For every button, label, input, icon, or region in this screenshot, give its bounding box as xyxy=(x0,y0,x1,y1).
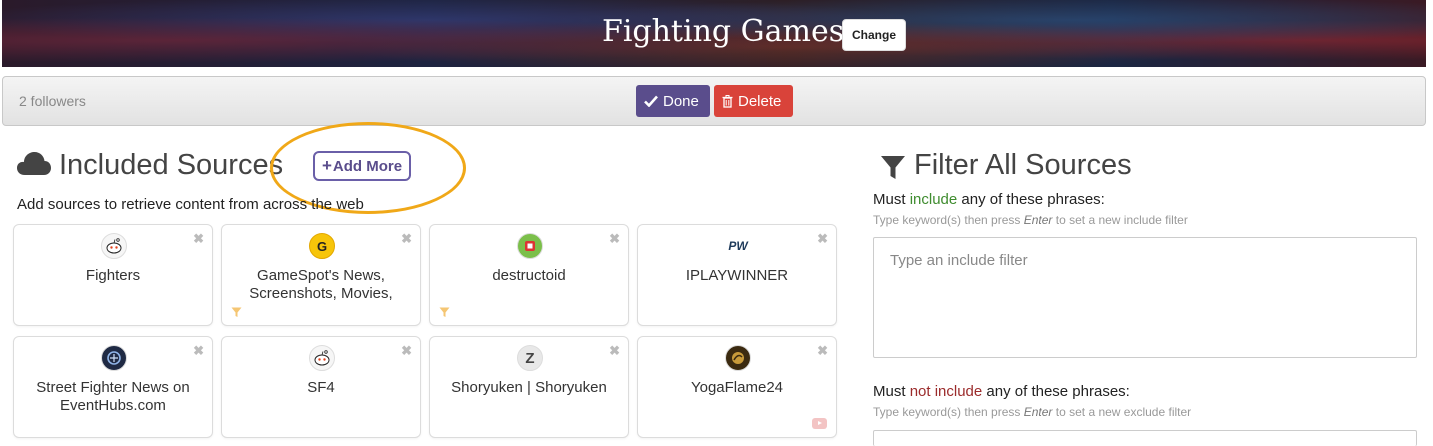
source-card[interactable]: ✖ SF4 xyxy=(221,336,421,438)
include-filter-label: Must include any of these phrases: xyxy=(873,191,1105,208)
source-name: SF4 xyxy=(307,379,335,396)
followers-count: 2 followers xyxy=(19,93,86,109)
filter-icon xyxy=(439,307,450,317)
change-banner-button[interactable]: Change xyxy=(842,19,906,51)
funnel-icon xyxy=(881,156,905,179)
include-filter-input[interactable]: Type an include filter xyxy=(873,237,1417,358)
delete-label: Delete xyxy=(738,92,782,110)
done-label: Done xyxy=(663,92,699,110)
source-card[interactable]: Z ✖ Shoryuken | Shoryuken xyxy=(429,336,629,438)
remove-source-icon[interactable]: ✖ xyxy=(817,343,828,359)
source-name: Street Fighter News on EventHubs.com xyxy=(36,379,190,414)
remove-source-icon[interactable]: ✖ xyxy=(609,231,620,247)
youtube-icon xyxy=(812,418,827,429)
exclude-filter-hint: Type keyword(s) then press Enter to set … xyxy=(873,405,1192,419)
gamespot-icon: G xyxy=(309,233,335,259)
remove-source-icon[interactable]: ✖ xyxy=(193,231,204,247)
eventhubs-icon xyxy=(101,345,127,371)
included-sources-title: Included Sources xyxy=(59,149,284,181)
exclude-filter-input[interactable] xyxy=(873,430,1417,446)
done-button[interactable]: Done xyxy=(636,85,710,117)
filter-icon xyxy=(231,307,242,317)
list-banner: Fighting Games Change xyxy=(2,0,1426,67)
add-more-button[interactable]: + Add More xyxy=(313,151,411,181)
source-card[interactable]: ✖ destructoid xyxy=(429,224,629,326)
source-card[interactable]: G ✖ GameSpot's News, Screenshots, Movies… xyxy=(221,224,421,326)
remove-source-icon[interactable]: ✖ xyxy=(401,231,412,247)
source-name: Fighters xyxy=(85,267,141,284)
included-sources-subtitle: Add sources to retrieve content from acr… xyxy=(17,196,364,213)
trash-icon xyxy=(722,94,733,108)
checkmark-icon xyxy=(644,95,658,107)
source-card[interactable]: PW ✖ IPLAYWINNER xyxy=(637,224,837,326)
reddit-icon xyxy=(101,233,127,259)
shoryuken-icon: Z xyxy=(517,345,543,371)
add-more-label: Add More xyxy=(332,157,403,175)
source-name: GameSpot's News, Screenshots, Movies, xyxy=(249,267,393,302)
include-filter-placeholder: Type an include filter xyxy=(890,252,1028,269)
source-card[interactable]: ✖ Street Fighter News on EventHubs.com xyxy=(13,336,213,438)
remove-source-icon[interactable]: ✖ xyxy=(401,343,412,359)
cloud-icon xyxy=(17,152,51,175)
list-title: Fighting Games xyxy=(602,14,845,49)
destructoid-icon xyxy=(517,233,543,259)
reddit-icon xyxy=(309,345,335,371)
remove-source-icon[interactable]: ✖ xyxy=(193,343,204,359)
source-name: destructoid xyxy=(492,267,566,284)
remove-source-icon[interactable]: ✖ xyxy=(609,343,620,359)
delete-button[interactable]: Delete xyxy=(714,85,793,117)
remove-source-icon[interactable]: ✖ xyxy=(817,231,828,247)
source-card[interactable]: ✖ Fighters xyxy=(13,224,213,326)
iplaywinner-icon: PW xyxy=(725,233,751,259)
plus-icon: + xyxy=(321,156,332,175)
yogaflame-icon xyxy=(725,345,751,371)
source-card[interactable]: ✖ YogaFlame24 xyxy=(637,336,837,438)
source-name: IPLAYWINNER xyxy=(685,267,789,284)
filter-sources-title: Filter All Sources xyxy=(914,149,1132,181)
include-filter-hint: Type keyword(s) then press Enter to set … xyxy=(873,213,1188,227)
list-toolbar: 2 followers Done Delete xyxy=(2,76,1426,126)
source-name: YogaFlame24 xyxy=(690,379,783,396)
source-name: Shoryuken | Shoryuken xyxy=(451,379,607,396)
exclude-filter-label: Must not include any of these phrases: xyxy=(873,383,1130,400)
